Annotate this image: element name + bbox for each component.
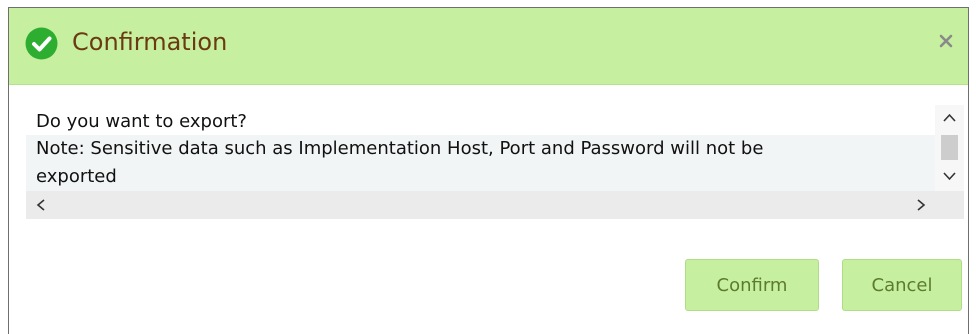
dialog-header: Confirmation bbox=[9, 8, 968, 85]
message-question: Do you want to export? bbox=[36, 111, 247, 132]
check-circle-icon bbox=[25, 27, 58, 60]
message-content: Do you want to export? Note: Sensitive d… bbox=[26, 105, 935, 191]
message-scroll-area[interactable]: Do you want to export? Note: Sensitive d… bbox=[26, 105, 964, 219]
dialog-title: Confirmation bbox=[72, 28, 228, 56]
message-note-continued: exported bbox=[36, 166, 117, 187]
scroll-up-arrow-icon[interactable] bbox=[941, 111, 958, 125]
confirm-button[interactable]: Confirm bbox=[685, 259, 819, 311]
cancel-button[interactable]: Cancel bbox=[842, 259, 962, 311]
horizontal-scrollbar[interactable] bbox=[26, 191, 964, 219]
vertical-scrollbar[interactable] bbox=[935, 105, 964, 191]
vertical-scroll-thumb[interactable] bbox=[941, 135, 958, 160]
message-note: Note: Sensitive data such as Implementat… bbox=[36, 138, 764, 159]
close-icon[interactable] bbox=[934, 29, 958, 53]
scroll-down-arrow-icon[interactable] bbox=[941, 169, 958, 183]
scroll-left-arrow-icon[interactable] bbox=[34, 198, 48, 212]
scroll-right-arrow-icon[interactable] bbox=[914, 198, 928, 212]
confirmation-dialog: Confirmation Do you want to export? Note… bbox=[8, 7, 969, 334]
